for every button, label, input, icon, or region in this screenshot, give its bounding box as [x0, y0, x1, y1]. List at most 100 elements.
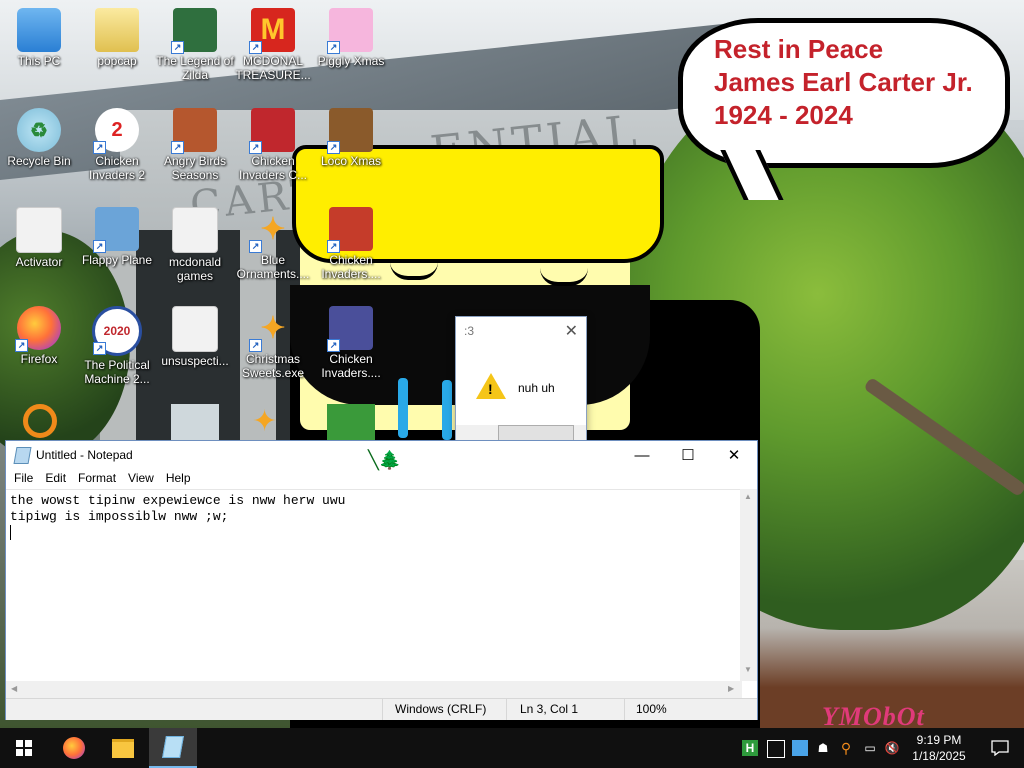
speech-bubble-text: Rest in Peace James Earl Carter Jr. 1924…: [714, 34, 973, 130]
taskbar-file-explorer[interactable]: [99, 728, 147, 768]
desktop-icon-this-pc[interactable]: This PC: [0, 4, 78, 68]
shortcut-arrow-icon: ↗: [327, 339, 340, 352]
notification-center-button[interactable]: [976, 728, 1024, 768]
desktop-icon-angry-birds-seasons[interactable]: ↗ Angry Birds Seasons: [156, 104, 234, 182]
taskbar-firefox[interactable]: [50, 728, 98, 768]
desktop-icon-partial-game[interactable]: [327, 404, 375, 440]
desktop-icon-label: Loco Xmas: [320, 154, 382, 168]
desktop-icon-label: Chicken Invaders....: [321, 253, 381, 281]
shortcut-arrow-icon: ↗: [15, 339, 28, 352]
desktop-icon-political-machine[interactable]: 2020 ↗ The Political Machine 2...: [78, 302, 156, 386]
menu-edit[interactable]: Edit: [39, 469, 72, 489]
warning-exclamation: !: [488, 381, 493, 397]
scroll-up-icon[interactable]: ▲: [744, 492, 752, 501]
shortcut-arrow-icon: ↗: [327, 141, 340, 154]
notepad-window[interactable]: Untitled - Notepad — ☐ ✕ File Edit Forma…: [5, 440, 758, 720]
folder-icon: [112, 738, 134, 758]
network-icon[interactable]: ▭: [862, 740, 878, 756]
volume-muted-icon[interactable]: 🔇: [884, 740, 900, 756]
game-icon: ↗: [171, 8, 217, 54]
desktop-icon-popcap[interactable]: popcap: [78, 4, 156, 68]
scroll-right-icon[interactable]: ▶: [728, 684, 734, 693]
menu-format[interactable]: Format: [72, 469, 122, 489]
desktop-icon-mcdonald-games[interactable]: mcdonald games: [156, 203, 234, 283]
close-button[interactable]: ✕: [711, 441, 757, 469]
desktop-icon-label: Flappy Plane: [81, 253, 153, 267]
desktop-icon-loco-xmas[interactable]: ↗ Loco Xmas: [312, 104, 390, 168]
menu-view[interactable]: View: [122, 469, 160, 489]
file-icon: [172, 306, 218, 352]
search-app-icon: [23, 404, 57, 438]
taskbar: H ☗ ⚲ ▭ 🔇 9:19 PM 1/18/2025: [0, 728, 1024, 768]
status-zoom: 100%: [636, 702, 667, 716]
desktop-icon-unsuspecti[interactable]: unsuspecti...: [156, 302, 234, 368]
menu-help[interactable]: Help: [160, 469, 197, 489]
desktop-icon-blue-ornaments[interactable]: ✦ ↗ Blue Ornaments....: [234, 203, 312, 282]
desktop-icon-partial[interactable]: [18, 404, 62, 440]
minimize-button[interactable]: —: [619, 441, 665, 469]
desktop-icon-activator[interactable]: Activator: [0, 203, 78, 269]
tray-people-icon[interactable]: ☗: [815, 740, 831, 756]
taskbar-clock[interactable]: 9:19 PM 1/18/2025: [905, 732, 973, 764]
desktop-icon-chicken-invaders-4[interactable]: ↗ Chicken Invaders....: [312, 302, 390, 380]
desktop-icon-flappy-plane[interactable]: ↗ Flappy Plane: [78, 203, 156, 267]
christmas-tree-cursor-icon: ╲🌲: [368, 450, 402, 470]
message-box-titlebar[interactable]: :3 ✕: [456, 317, 586, 345]
chicken-icon: ↗: [249, 108, 295, 154]
tray-square-icon[interactable]: [792, 740, 808, 756]
desktop-icon-label: Activator: [15, 255, 63, 269]
tray-h-icon[interactable]: H: [742, 740, 758, 756]
desktop-icon-label: Blue Ornaments....: [236, 253, 310, 281]
shortcut-arrow-icon: ↗: [93, 240, 106, 253]
angry-birds-icon: ↗: [171, 108, 217, 154]
desktop-icon-recycle-bin[interactable]: ♻ Recycle Bin: [0, 104, 78, 168]
desktop-icon-label: The Political Machine 2...: [84, 358, 150, 386]
firefox-icon: ↗: [15, 306, 61, 352]
maximize-button[interactable]: ☐: [665, 441, 711, 469]
desktop-icon-partial-thumbnail[interactable]: [171, 404, 219, 440]
scroll-down-icon[interactable]: ▼: [744, 665, 752, 674]
desktop-icon-label: MCDONAL TREASURE...: [235, 54, 311, 82]
shortcut-arrow-icon: ↗: [327, 240, 340, 253]
notification-icon: [991, 740, 1009, 756]
chicken-icon: ↗: [327, 306, 373, 352]
status-line-ending: Windows (CRLF): [395, 702, 487, 716]
chicken-icon: ↗: [327, 207, 373, 253]
tray-monitor-icon[interactable]: [767, 740, 785, 758]
scroll-left-icon[interactable]: ◀: [11, 684, 17, 693]
menu-file[interactable]: File: [8, 469, 39, 489]
shortcut-arrow-icon: ↗: [93, 141, 106, 154]
puzzle-icon[interactable]: ✦: [252, 404, 296, 440]
vertical-scrollbar[interactable]: ▲ ▼: [740, 489, 757, 681]
desktop-icon-christmas-sweets[interactable]: ✦ ↗ Christmas Sweets.exe: [234, 302, 312, 381]
horizontal-scrollbar[interactable]: ◀ ▶: [6, 681, 742, 698]
pig-icon: ↗: [327, 8, 373, 54]
taskbar-notepad[interactable]: [149, 728, 197, 768]
desktop-icon-chicken-invaders-2[interactable]: 2 ↗ Chicken Invaders 2: [78, 104, 156, 182]
notepad-text-area[interactable]: the wowst tipinw expewiewce is nww herw …: [6, 489, 742, 681]
character-tear: [442, 380, 452, 440]
shortcut-arrow-icon: ↗: [93, 342, 106, 355]
chicken-icon: 2 ↗: [93, 108, 139, 154]
file-icon: [16, 207, 62, 253]
message-box-body: ! nuh uh: [456, 345, 586, 425]
desktop-icon-mcdonal-treasure[interactable]: M ↗ MCDONAL TREASURE...: [234, 4, 312, 82]
desktop-icon-firefox[interactable]: ↗ Firefox: [0, 302, 78, 366]
firefox-icon: [63, 737, 85, 759]
desktop-icon-label: This PC: [17, 54, 61, 68]
tray-search-icon[interactable]: ⚲: [838, 740, 854, 756]
desktop-icon-legend-of-zilda[interactable]: ↗ The Legend of Zilda: [156, 4, 234, 82]
desktop-icon-chicken-invaders-c[interactable]: ↗ Chicken Invaders C...: [234, 104, 312, 182]
desktop-icon-label: mcdonald games: [168, 255, 222, 283]
political-icon: 2020 ↗: [92, 306, 142, 356]
status-divider: [506, 699, 507, 720]
computer-icon: [17, 8, 61, 52]
status-divider: [624, 699, 625, 720]
plane-icon: ↗: [93, 207, 139, 253]
desktop-icon-piggly-xmas[interactable]: ↗ Piggly Xmas: [312, 4, 390, 68]
message-box-close-button[interactable]: ✕: [565, 321, 578, 341]
windows-logo-icon: [16, 740, 32, 756]
desktop-icon-chicken-invaders-3[interactable]: ↗ Chicken Invaders....: [312, 203, 390, 281]
message-box-dialog[interactable]: :3 ✕ ! nuh uh: [455, 316, 587, 445]
start-button[interactable]: [0, 728, 48, 768]
